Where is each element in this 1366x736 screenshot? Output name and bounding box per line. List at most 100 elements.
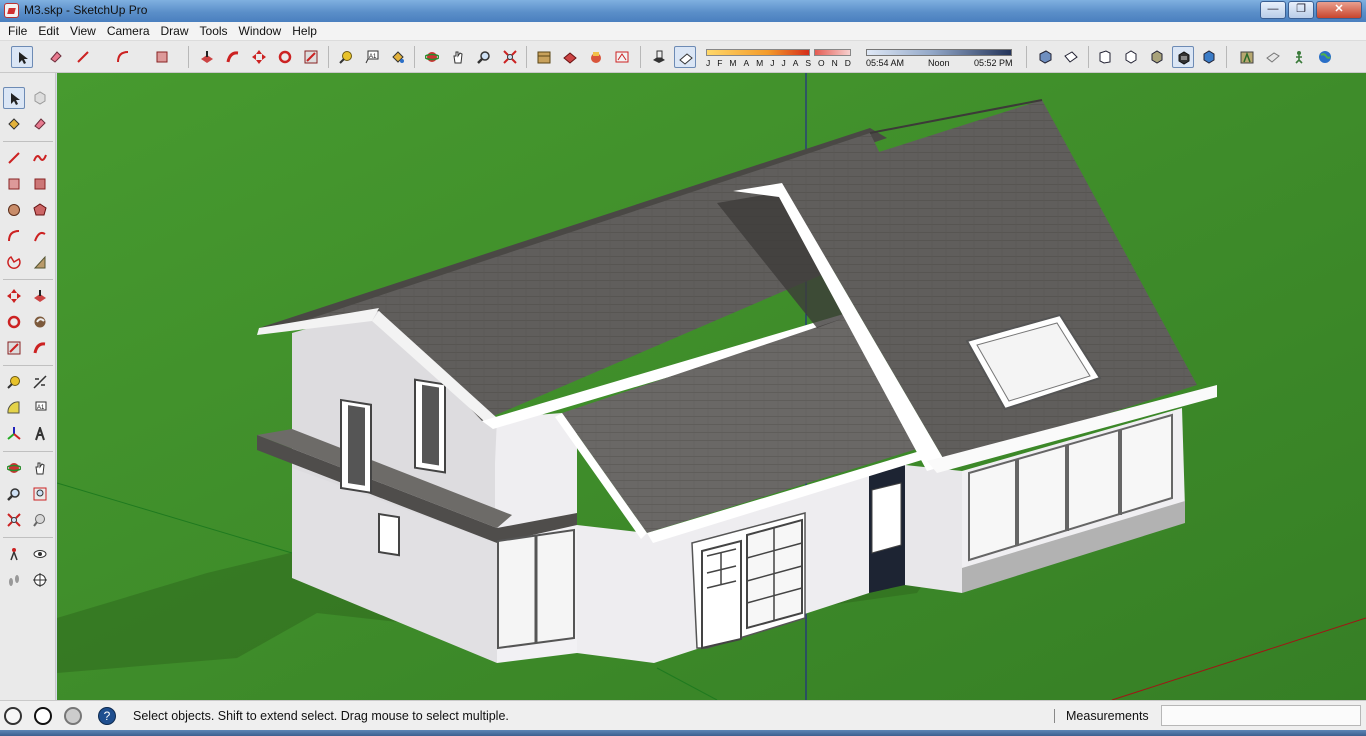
move-tool-button[interactable] xyxy=(248,46,270,68)
left-view-icon xyxy=(1178,51,1190,65)
left-polygon-button[interactable] xyxy=(29,199,51,221)
left-position-camera-button[interactable] xyxy=(3,543,25,565)
measurements-input[interactable] xyxy=(1161,705,1361,726)
left-paint-bucket-button[interactable] xyxy=(3,113,25,135)
toolbar-separator xyxy=(1088,46,1089,68)
warehouse-button[interactable] xyxy=(533,46,555,68)
arc-tool-button[interactable] xyxy=(112,46,134,68)
left-line-button[interactable] xyxy=(3,147,25,169)
scale-icon xyxy=(7,341,21,355)
xray-icon xyxy=(1203,50,1215,64)
shadow-time-slider[interactable] xyxy=(866,49,1012,56)
left-pie-button[interactable] xyxy=(3,251,25,273)
front-view-button[interactable] xyxy=(1094,46,1116,68)
menu-edit[interactable]: Edit xyxy=(34,24,66,38)
back-view-button[interactable] xyxy=(1146,46,1168,68)
left-zoom-button[interactable] xyxy=(3,483,25,505)
left-offset-button[interactable] xyxy=(29,337,51,359)
left-walk-button[interactable] xyxy=(3,569,25,591)
share-model-button[interactable] xyxy=(559,46,581,68)
left-move-button[interactable] xyxy=(3,285,25,307)
location-button[interactable] xyxy=(1236,46,1258,68)
eraser-tool-button[interactable] xyxy=(45,46,67,68)
left-circle-button[interactable] xyxy=(3,199,25,221)
left-orbit-button[interactable] xyxy=(3,457,25,479)
push-pull-tool-button[interactable] xyxy=(196,46,218,68)
menu-tools[interactable]: Tools xyxy=(196,24,235,38)
text-tool-button[interactable]: A1 xyxy=(361,46,383,68)
left-two-point-arc-button[interactable] xyxy=(29,225,51,247)
left-section-plane-button[interactable] xyxy=(29,569,51,591)
left-text-button[interactable]: A1 xyxy=(29,397,51,419)
credits-icon[interactable] xyxy=(34,707,52,725)
left-axes-button[interactable] xyxy=(3,423,25,445)
geo-location-icon[interactable] xyxy=(4,707,22,725)
window-title: M3.skp - SketchUp Pro xyxy=(24,3,148,17)
select-tool-button[interactable] xyxy=(11,46,33,68)
line-tool-button[interactable] xyxy=(72,46,94,68)
month-label: O xyxy=(818,58,825,68)
section-button[interactable] xyxy=(1262,46,1284,68)
minimize-button[interactable]: — xyxy=(1260,1,1286,19)
left-follow-me-button[interactable] xyxy=(29,311,51,333)
left-push-pull-button[interactable] xyxy=(29,285,51,307)
components-button[interactable] xyxy=(585,46,607,68)
components-icon xyxy=(591,52,601,63)
extension-button[interactable] xyxy=(611,46,633,68)
left-pan-button[interactable] xyxy=(29,457,51,479)
left-toolbar-separator xyxy=(3,141,53,142)
maximize-button[interactable]: ❐ xyxy=(1288,1,1314,19)
look-around-icon xyxy=(33,550,47,558)
rectangle-tool-button[interactable] xyxy=(151,46,173,68)
left-look-around-button[interactable] xyxy=(29,543,51,565)
pan-icon xyxy=(453,51,463,64)
left-dimension-button[interactable] xyxy=(29,371,51,393)
left-rotated-rectangle-button[interactable] xyxy=(29,173,51,195)
left-freehand-button[interactable] xyxy=(29,147,51,169)
help-icon[interactable]: ? xyxy=(98,707,116,725)
svg-text:A1: A1 xyxy=(37,405,45,411)
fog-toggle-button[interactable] xyxy=(674,46,696,68)
left-scale-button[interactable] xyxy=(3,337,25,359)
menu-file[interactable]: File xyxy=(4,24,34,38)
menu-help[interactable]: Help xyxy=(288,24,324,38)
right-view-button[interactable] xyxy=(1120,46,1142,68)
left-select-button[interactable] xyxy=(3,87,25,109)
menu-draw[interactable]: Draw xyxy=(157,24,196,38)
left-rectangle-button[interactable] xyxy=(3,173,25,195)
left-tape-measure-button[interactable] xyxy=(3,371,25,393)
follow-me-tool-button[interactable] xyxy=(222,46,244,68)
walk-button[interactable] xyxy=(1288,46,1310,68)
left-rotate-button[interactable] xyxy=(3,311,25,333)
left-arc-button[interactable] xyxy=(3,225,25,247)
left-view-button[interactable] xyxy=(1172,46,1194,68)
paint-bucket-tool-button[interactable] xyxy=(387,46,409,68)
top-view-button[interactable] xyxy=(1060,46,1082,68)
menu-camera[interactable]: Camera xyxy=(103,24,157,38)
rotate-tool-button[interactable] xyxy=(274,46,296,68)
menu-window[interactable]: Window xyxy=(235,24,289,38)
iso-view-button[interactable] xyxy=(1034,46,1056,68)
tape-measure-tool-button[interactable] xyxy=(335,46,357,68)
close-button[interactable]: ✕ xyxy=(1316,1,1362,19)
left-zoom-window-button[interactable] xyxy=(29,483,51,505)
shadow-month-slider[interactable]: J F M A M J J A S O N D xyxy=(706,49,851,68)
user-account-icon[interactable] xyxy=(64,707,82,725)
zoom-tool-button[interactable] xyxy=(473,46,495,68)
left-previous-view-button[interactable] xyxy=(29,509,51,531)
pan-tool-button[interactable] xyxy=(447,46,469,68)
left-three-point-arc-button[interactable] xyxy=(29,251,51,273)
orbit-tool-button[interactable] xyxy=(421,46,443,68)
model-viewport[interactable] xyxy=(57,73,1366,700)
zoom-extents-tool-button[interactable] xyxy=(499,46,521,68)
left-protractor-button[interactable] xyxy=(3,397,25,419)
xray-view-button[interactable] xyxy=(1198,46,1220,68)
menu-view[interactable]: View xyxy=(66,24,103,38)
left-3d-text-button[interactable] xyxy=(29,423,51,445)
left-make-component-button[interactable] xyxy=(29,87,51,109)
left-eraser-button[interactable] xyxy=(29,113,51,135)
left-zoom-extents-button[interactable] xyxy=(3,509,25,531)
shadows-toggle-button[interactable] xyxy=(648,46,670,68)
scale-tool-button[interactable] xyxy=(300,46,322,68)
earth-button[interactable] xyxy=(1314,46,1336,68)
